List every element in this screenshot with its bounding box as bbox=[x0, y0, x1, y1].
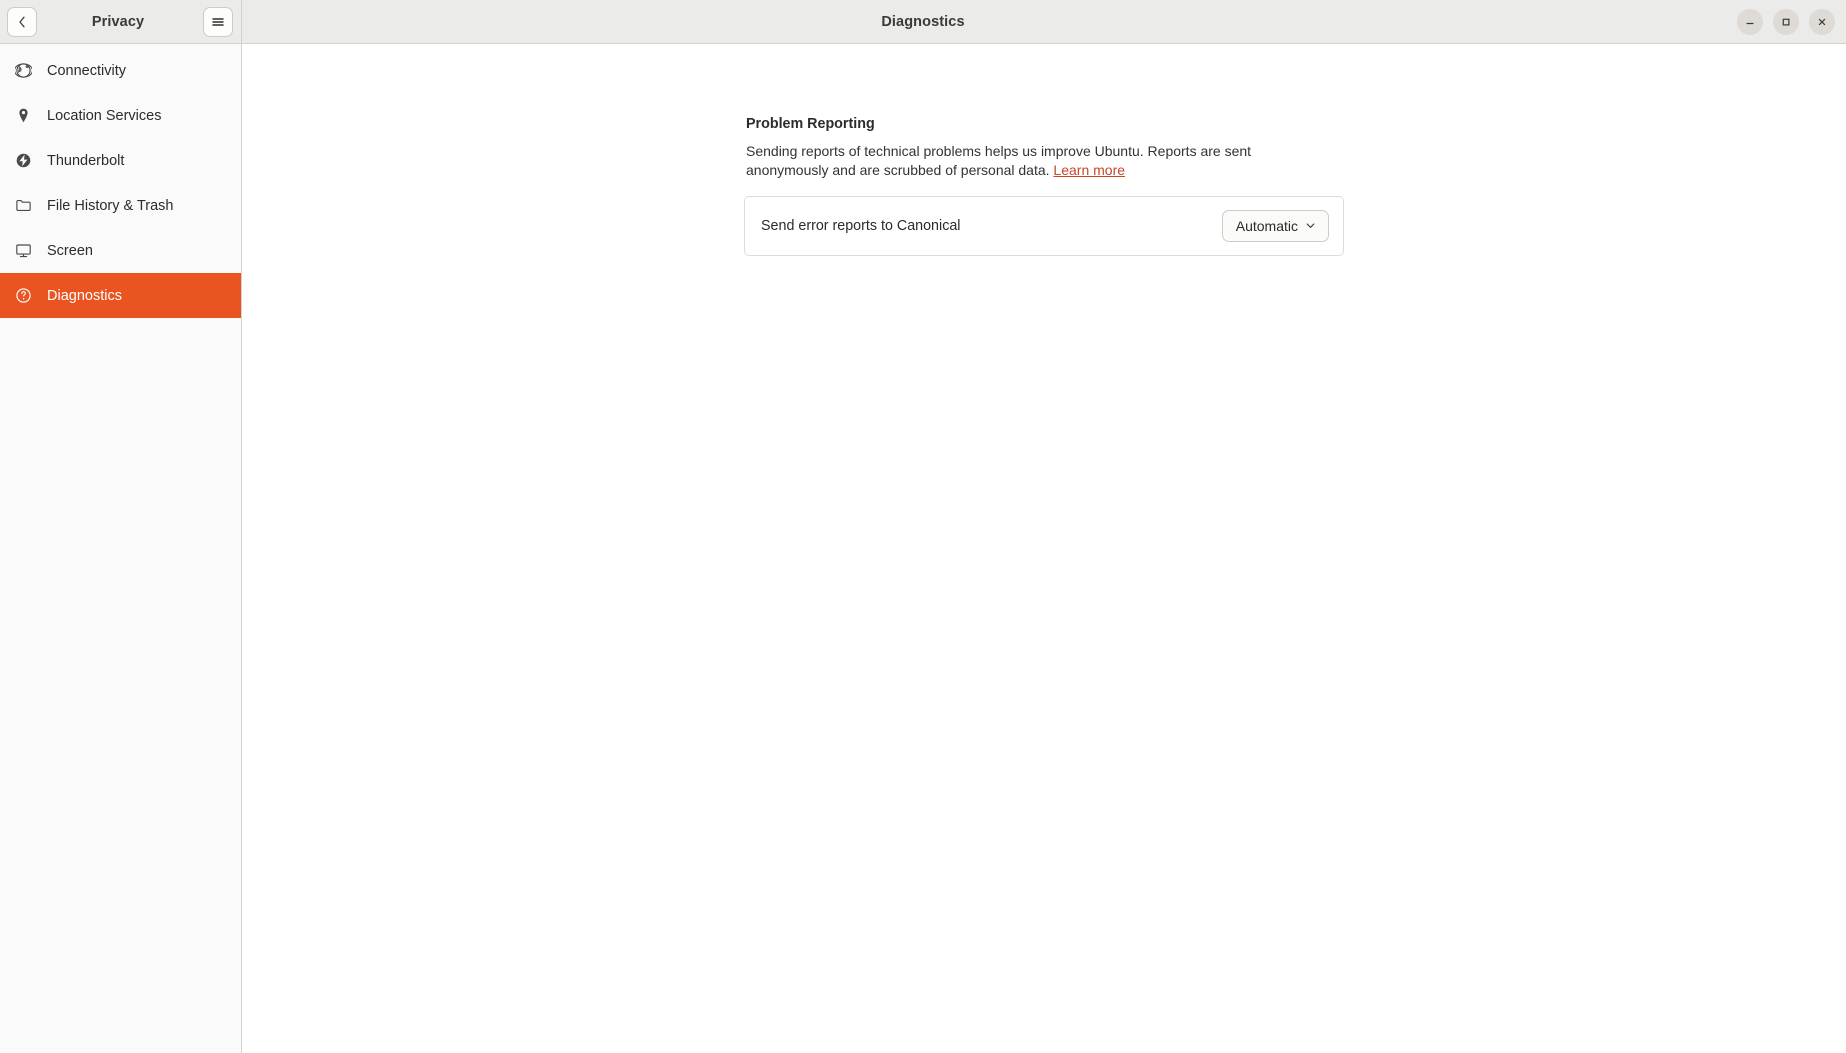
sidebar-item-diagnostics[interactable]: Diagnostics bbox=[0, 273, 241, 318]
sidebar-item-label: Connectivity bbox=[47, 62, 126, 79]
content-area: Problem Reporting Sending reports of tec… bbox=[242, 44, 1846, 1053]
maximize-icon bbox=[1782, 18, 1790, 25]
header-bar: Privacy Diagnostics bbox=[0, 0, 1846, 44]
sidebar-item-label: File History & Trash bbox=[47, 197, 174, 214]
section-description: Sending reports of technical problems he… bbox=[746, 142, 1306, 180]
section-title: Problem Reporting bbox=[746, 116, 875, 132]
learn-more-link[interactable]: Learn more bbox=[1053, 162, 1125, 178]
send-error-reports-label: Send error reports to Canonical bbox=[761, 217, 961, 234]
globe-icon bbox=[14, 61, 33, 80]
error-reports-dropdown[interactable]: Automatic bbox=[1221, 209, 1329, 242]
sidebar-item-screen[interactable]: Screen bbox=[0, 228, 241, 273]
sidebar-title: Privacy bbox=[91, 13, 145, 30]
maximize-button[interactable] bbox=[1773, 8, 1799, 35]
sidebar-item-label: Location Services bbox=[47, 107, 162, 124]
main-menu-button[interactable] bbox=[203, 6, 233, 37]
close-button[interactable] bbox=[1809, 8, 1835, 35]
sidebar-item-label: Screen bbox=[47, 242, 93, 259]
send-error-reports-row: Send error reports to Canonical Automati… bbox=[745, 197, 1343, 255]
thunderbolt-icon bbox=[14, 151, 33, 170]
settings-window: Privacy Diagnostics Connectivity Locatio… bbox=[0, 0, 1846, 1053]
diagnostics-page: Problem Reporting Sending reports of tec… bbox=[744, 44, 1344, 256]
error-reports-dropdown-value: Automatic bbox=[1235, 217, 1298, 234]
folder-icon bbox=[14, 196, 33, 215]
sidebar-item-label: Thunderbolt bbox=[47, 152, 125, 169]
sidebar-item-connectivity[interactable]: Connectivity bbox=[0, 48, 241, 93]
chevron-left-icon bbox=[19, 16, 25, 27]
window-body: Connectivity Location Services Thunderbo… bbox=[0, 44, 1846, 1053]
location-pin-icon bbox=[14, 106, 33, 125]
minimize-icon bbox=[1746, 22, 1754, 24]
sidebar-item-label: Diagnostics bbox=[47, 287, 122, 304]
close-icon bbox=[1818, 18, 1826, 25]
sidebar-item-file-history-trash[interactable]: File History & Trash bbox=[0, 183, 241, 228]
sidebar-header: Privacy bbox=[0, 0, 242, 43]
hamburger-menu-icon bbox=[212, 17, 224, 26]
question-circle-icon bbox=[14, 286, 33, 305]
chevron-down-icon bbox=[1306, 223, 1315, 228]
minimize-button[interactable] bbox=[1737, 8, 1763, 35]
monitor-icon bbox=[14, 241, 33, 260]
problem-reporting-card: Send error reports to Canonical Automati… bbox=[744, 195, 1344, 256]
sidebar-item-thunderbolt[interactable]: Thunderbolt bbox=[0, 138, 241, 183]
page-title: Diagnostics bbox=[881, 13, 965, 30]
sidebar-item-location-services[interactable]: Location Services bbox=[0, 93, 241, 138]
section-description-text: Sending reports of technical problems he… bbox=[746, 143, 1252, 178]
sidebar: Connectivity Location Services Thunderbo… bbox=[0, 44, 242, 1053]
window-controls bbox=[1737, 8, 1846, 35]
